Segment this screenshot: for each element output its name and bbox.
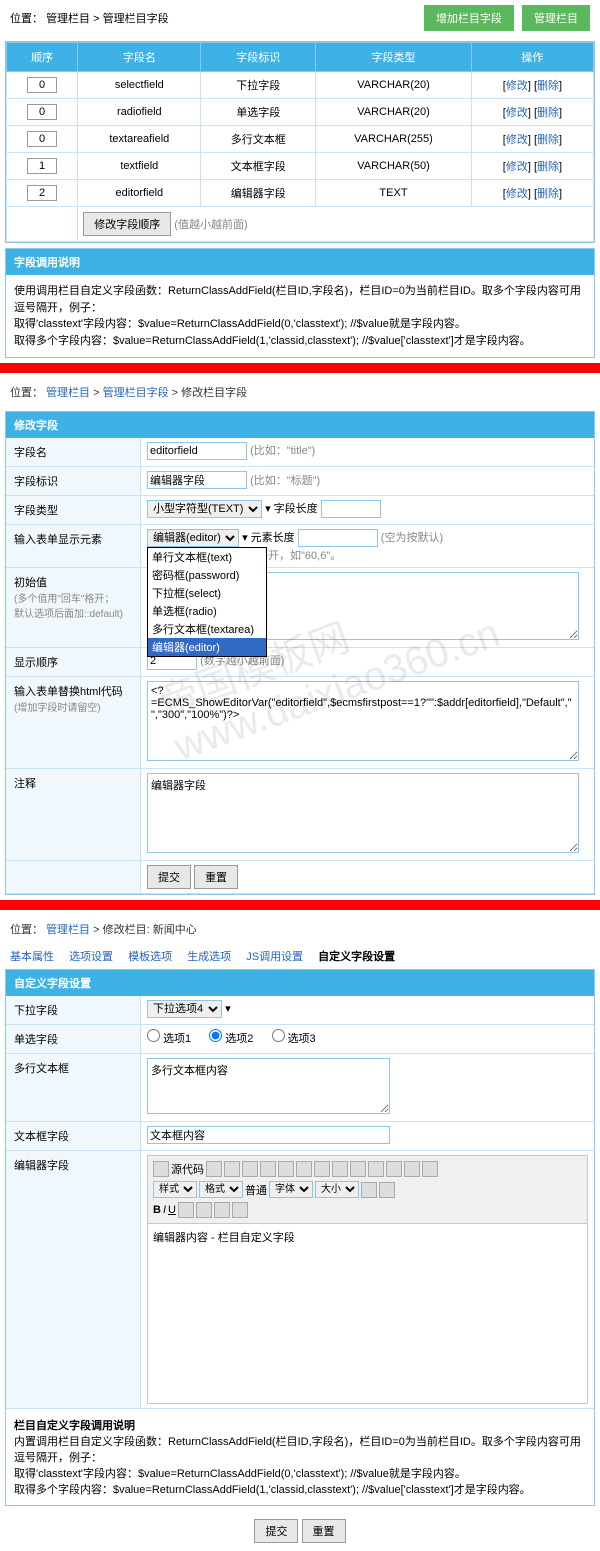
style-select[interactable]: 样式 [153,1181,197,1198]
field-name-input[interactable] [147,442,247,460]
strike-icon[interactable] [178,1202,194,1218]
reset-button[interactable]: 重置 [302,1519,346,1543]
reset-button[interactable]: 重置 [194,865,238,889]
save-icon[interactable] [206,1161,222,1177]
italic-icon[interactable]: I [163,1204,166,1216]
table-row: editorfield编辑器字段TEXT[修改] [删除] [7,180,594,207]
manage-col-button[interactable]: 管理栏目 [522,5,590,31]
element-length-input[interactable] [298,529,378,547]
panel-title: 自定义字段设置 [6,970,594,996]
editor-toolbar[interactable]: 源代码 样式 格式普通 字体 大小 B I U [147,1155,588,1224]
font-select[interactable]: 字体 [269,1181,313,1198]
modify-link[interactable]: 修改 [506,188,528,200]
order-input[interactable] [27,185,57,201]
delete-link[interactable]: 删除 [537,188,559,200]
tab-js[interactable]: JS调用设置 [246,951,303,963]
dropdown-icon[interactable]: ▾ [225,1003,231,1015]
tab-option[interactable]: 选项设置 [69,951,113,963]
modify-link[interactable]: 修改 [506,80,528,92]
field-table: 顺序 字段名 字段标识 字段类型 操作 selectfield下拉字段VARCH… [6,42,594,242]
outdent-icon[interactable] [232,1202,248,1218]
redo-icon[interactable] [296,1161,312,1177]
th-ops: 操作 [471,43,593,72]
th-name: 字段名 [78,43,201,72]
bgcolor-icon[interactable] [379,1182,395,1198]
bold-icon[interactable]: B [153,1204,161,1216]
find-icon[interactable] [314,1161,330,1177]
table-icon[interactable] [368,1161,384,1177]
dropdown-field[interactable]: 下拉选项4 [147,1000,222,1018]
bc-link[interactable]: 管理栏目字段 [103,13,169,25]
tab-generate[interactable]: 生成选项 [187,951,231,963]
modify-link[interactable]: 修改 [506,134,528,146]
dropdown-icon[interactable]: ▾ [242,532,248,544]
align-right-icon[interactable] [422,1161,438,1177]
format-select[interactable]: 格式 [199,1181,243,1198]
th-label: 字段标识 [201,43,316,72]
link-icon[interactable] [332,1161,348,1177]
cut-icon[interactable] [224,1161,240,1177]
source-icon[interactable] [153,1161,169,1177]
indent-icon[interactable] [214,1202,230,1218]
order-input[interactable] [27,104,57,120]
order-input[interactable] [27,77,57,93]
tabs: 基本属性 选项设置 模板选项 生成选项 JS调用设置 自定义字段设置 [0,943,600,964]
order-input[interactable] [27,158,57,174]
th-order: 顺序 [7,43,78,72]
order-input[interactable] [27,131,57,147]
textbox-input[interactable] [147,1126,390,1144]
table-row: selectfield下拉字段VARCHAR(20)[修改] [删除] [7,72,594,99]
field-label-input[interactable] [147,471,247,489]
multiline-textarea[interactable]: 多行文本框内容 [147,1058,390,1114]
copy-icon[interactable] [242,1161,258,1177]
delete-link[interactable]: 删除 [537,107,559,119]
modify-link[interactable]: 修改 [506,107,528,119]
form-title: 修改字段 [6,412,594,438]
breadcrumb: 位置： 管理栏目 > 管理栏目字段 > 修改栏目字段 [0,378,600,406]
modify-link[interactable]: 修改 [506,161,528,173]
update-order-button[interactable]: 修改字段顺序 [83,212,171,236]
dropdown-icon[interactable]: ▾ [265,503,271,515]
size-select[interactable]: 大小 [315,1181,359,1198]
tab-custom[interactable]: 自定义字段设置 [318,951,395,963]
table-row: textfield文本框字段VARCHAR(50)[修改] [删除] [7,153,594,180]
delete-link[interactable]: 删除 [537,161,559,173]
tab-template[interactable]: 模板选项 [128,951,172,963]
element-select[interactable]: 编辑器(editor) [147,529,239,547]
delete-link[interactable]: 删除 [537,134,559,146]
table-row: textareafield多行文本框VARCHAR(255)[修改] [删除] [7,126,594,153]
paste-icon[interactable] [260,1161,276,1177]
submit-button[interactable]: 提交 [147,865,191,889]
html-textarea[interactable]: <?=ECMS_ShowEditorVar("editorfield",$ecm… [147,681,579,761]
align-left-icon[interactable] [386,1161,402,1177]
undo-icon[interactable] [278,1161,294,1177]
field-type-select[interactable]: 小型字符型(TEXT) [147,500,262,518]
list-icon[interactable] [196,1202,212,1218]
field-length-input[interactable] [321,500,381,518]
note-textarea[interactable]: 编辑器字段 [147,773,579,853]
breadcrumb: 位置： 管理栏目 > 管理栏目字段 [10,10,169,26]
radio-opt3[interactable]: 选项3 [272,1033,316,1045]
help-title: 字段调用说明 [6,249,594,275]
table-row: radiofield单选字段VARCHAR(20)[修改] [删除] [7,99,594,126]
tab-basic[interactable]: 基本属性 [10,951,54,963]
delete-link[interactable]: 删除 [537,80,559,92]
breadcrumb: 位置： 管理栏目 > 修改栏目: 新闻中心 [0,915,600,943]
underline-icon[interactable]: U [168,1204,176,1216]
bc-link[interactable]: 管理栏目 [46,13,90,25]
add-field-button[interactable]: 增加栏目字段 [424,5,514,31]
editor-content[interactable]: 编辑器内容 - 栏目自定义字段 [147,1224,588,1404]
radio-opt2[interactable]: 选项2 [209,1033,253,1045]
element-dropdown-list[interactable]: 单行文本框(text) 密码框(password) 下拉框(select) 单选… [147,547,267,657]
submit-button[interactable]: 提交 [254,1519,298,1543]
align-center-icon[interactable] [404,1161,420,1177]
radio-opt1[interactable]: 选项1 [147,1033,191,1045]
th-type: 字段类型 [316,43,472,72]
image-icon[interactable] [350,1161,366,1177]
color-icon[interactable] [361,1182,377,1198]
help2-title: 栏目自定义字段调用说明 [14,1420,135,1432]
